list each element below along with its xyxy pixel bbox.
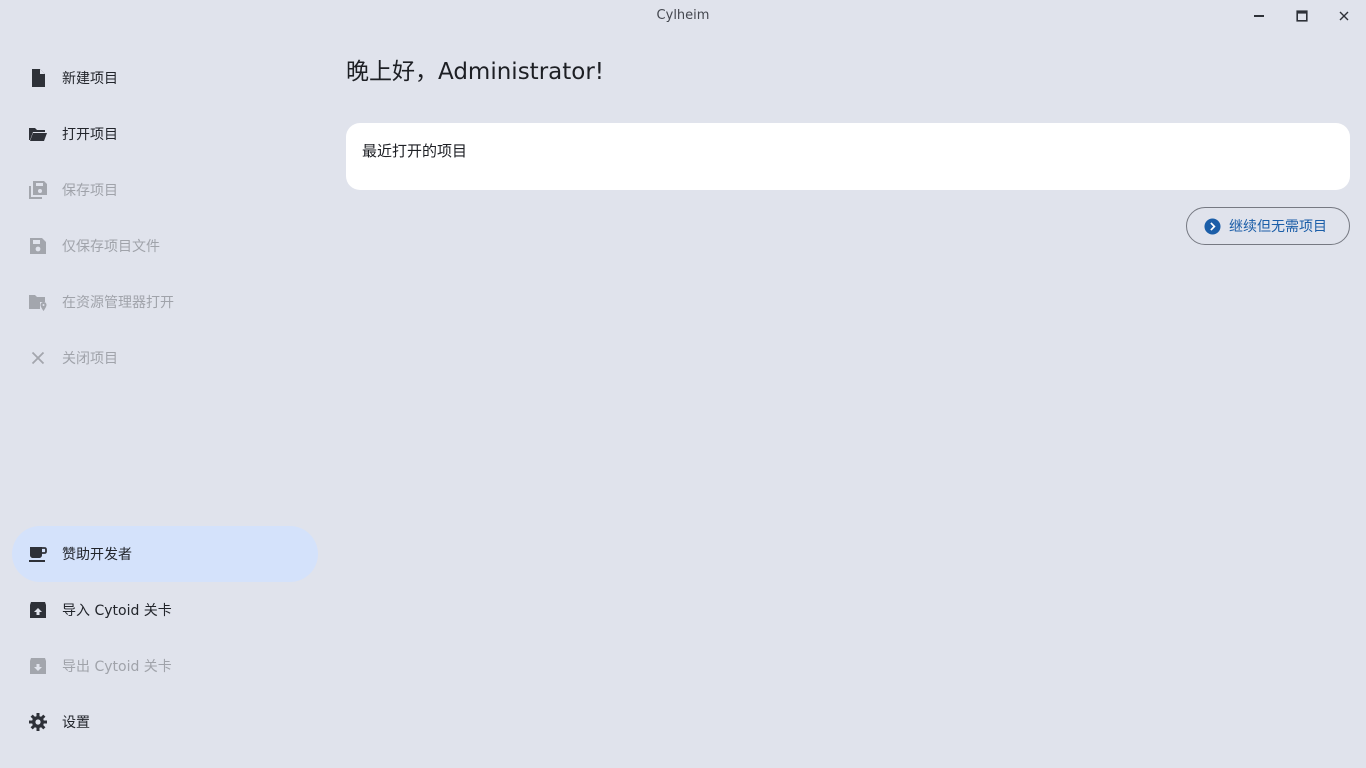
sidebar-item-sponsor-developer[interactable]: 赞助开发者 [12, 526, 318, 582]
coffee-icon [28, 544, 48, 564]
sidebar-item-label: 仅保存项目文件 [62, 239, 160, 255]
folder-location-icon [28, 292, 48, 312]
sidebar-item-open-in-explorer[interactable]: 在资源管理器打开 [12, 274, 318, 330]
archive-export-icon [28, 656, 48, 676]
gear-icon [28, 712, 48, 732]
sidebar-item-label: 打开项目 [62, 127, 118, 143]
sidebar-item-new-project[interactable]: 新建项目 [12, 50, 318, 106]
save-icon [28, 236, 48, 256]
window-title: Cylheim [656, 8, 710, 23]
close-window-button[interactable] [1323, 0, 1365, 32]
sidebar-item-open-project[interactable]: 打开项目 [12, 106, 318, 162]
save-all-icon [28, 180, 48, 200]
sidebar-item-import-cytoid[interactable]: 导入 Cytoid 关卡 [12, 582, 318, 638]
recent-projects-title: 最近打开的项目 [362, 142, 468, 160]
minimize-button[interactable] [1238, 0, 1280, 32]
sidebar-item-save-project[interactable]: 保存项目 [12, 162, 318, 218]
sidebar-item-label: 在资源管理器打开 [62, 295, 174, 311]
minimize-icon [1254, 15, 1264, 17]
sidebar-item-label: 赞助开发者 [62, 547, 132, 563]
sidebar-item-label: 设置 [62, 715, 90, 731]
sidebar-item-label: 关闭项目 [62, 351, 118, 367]
sidebar-item-export-cytoid[interactable]: 导出 Cytoid 关卡 [12, 638, 318, 694]
maximize-button[interactable] [1281, 0, 1323, 32]
sidebar: 新建项目 打开项目 保存项目 仅保存项目文件 在资源管理器打开 关闭项目 赞助开… [0, 32, 330, 768]
sidebar-item-save-project-file[interactable]: 仅保存项目文件 [12, 218, 318, 274]
sidebar-item-label: 保存项目 [62, 183, 118, 199]
new-file-icon [28, 68, 48, 88]
close-icon [28, 348, 48, 368]
continue-without-project-label: 继续但无需项目 [1229, 219, 1327, 235]
folder-open-icon [28, 124, 48, 144]
sidebar-item-settings[interactable]: 设置 [12, 694, 318, 750]
greeting-heading: 晚上好，Administrator! [346, 59, 605, 85]
maximize-icon [1296, 10, 1308, 22]
sidebar-item-close-project[interactable]: 关闭项目 [12, 330, 318, 386]
sidebar-item-label: 导入 Cytoid 关卡 [62, 603, 172, 619]
close-icon [1339, 11, 1349, 21]
title-bar: Cylheim [0, 0, 1366, 32]
recent-projects-card: 最近打开的项目 [346, 123, 1350, 190]
app-window: Cylheim 新建项目 打开项目 保存项目 仅保存项目文件 在资源管理器打开 … [0, 0, 1366, 768]
chevron-right-circle-icon [1204, 217, 1221, 235]
continue-without-project-button[interactable]: 继续但无需项目 [1186, 207, 1350, 245]
archive-import-icon [28, 600, 48, 620]
sidebar-item-label: 导出 Cytoid 关卡 [62, 659, 172, 675]
sidebar-item-label: 新建项目 [62, 71, 118, 87]
